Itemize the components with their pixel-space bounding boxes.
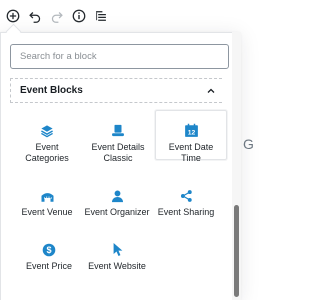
block-label-line1: Event Website	[88, 261, 146, 271]
block-event-price[interactable]: $ Event Price	[13, 235, 85, 272]
event-blocks-panel-toggle[interactable]: Event Blocks	[10, 78, 222, 103]
undo-icon	[29, 12, 41, 23]
block-search-input[interactable]	[10, 44, 229, 69]
block-event-organizer[interactable]: Event Organizer	[81, 181, 153, 218]
inserter-scrollbar-thumb[interactable]	[234, 205, 239, 297]
background-content-text: G	[243, 136, 254, 152]
block-label-line1: Event Price	[25, 261, 73, 271]
info-button[interactable]	[69, 6, 89, 26]
list-icon	[96, 11, 106, 21]
undo-button[interactable]	[25, 6, 45, 26]
redo-button[interactable]	[47, 6, 67, 26]
block-navigation-button[interactable]	[91, 6, 111, 26]
chevron-up-icon	[207, 88, 215, 93]
block-event-venue[interactable]: Event Venue	[11, 181, 83, 218]
venue-icon	[41, 193, 53, 202]
redo-icon	[51, 12, 63, 23]
layers-icon	[41, 125, 53, 138]
share-icon	[180, 190, 192, 202]
plus-circle-icon	[6, 9, 20, 23]
block-event-categories[interactable]: Event Categories	[11, 116, 83, 164]
block-event-date-time[interactable]: 12 Event Date Time	[155, 110, 227, 163]
calendar-day-number: 12	[187, 130, 195, 137]
block-label-line1: Event Organizer	[84, 207, 150, 217]
block-label-line2: Classic	[103, 153, 133, 163]
top-hat-icon	[112, 124, 124, 137]
block-event-details-classic[interactable]: Event Details Classic	[82, 116, 154, 164]
block-event-sharing[interactable]: Event Sharing	[150, 181, 222, 218]
person-icon	[111, 190, 123, 203]
block-label-line1: Event Date	[168, 142, 214, 152]
calendar-icon: 12	[184, 123, 198, 137]
dollar-icon: $	[42, 243, 56, 257]
block-label-line1: Event Venue	[21, 207, 73, 217]
svg-text:$: $	[46, 245, 51, 255]
info-icon	[72, 9, 86, 23]
editor-toolbar	[0, 0, 249, 32]
block-label-line2: Time	[181, 153, 201, 163]
block-label-line2: Categories	[25, 153, 69, 163]
block-label-line1: Event Details	[91, 142, 145, 152]
block-label-line1: Event	[35, 142, 59, 152]
block-label-line1: Event Sharing	[157, 207, 215, 217]
cursor-icon	[113, 243, 122, 256]
block-event-website[interactable]: Event Website	[81, 235, 153, 272]
panel-title: Event Blocks	[20, 85, 83, 96]
